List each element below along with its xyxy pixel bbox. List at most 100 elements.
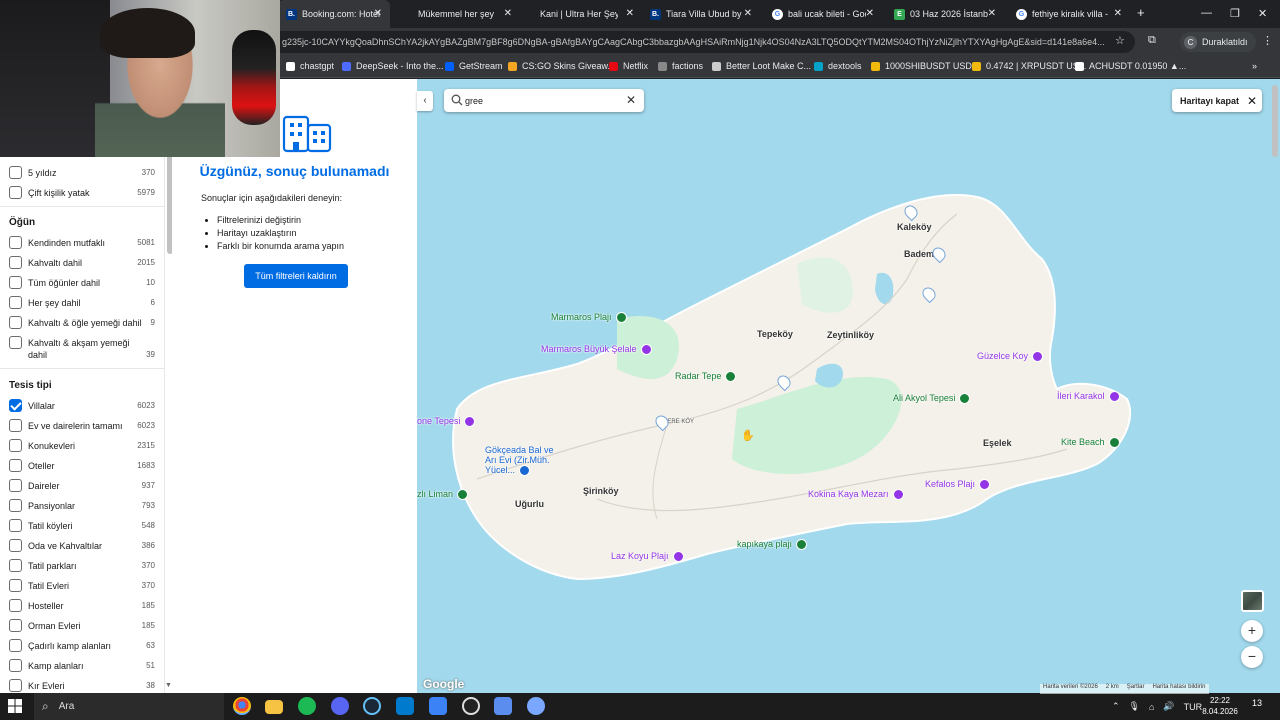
zoom-out-button[interactable]: − — [1241, 646, 1263, 668]
clear-search-close-icon[interactable]: ✕ — [626, 93, 636, 107]
map-place-label[interactable]: zlı Liman — [417, 489, 469, 501]
checkbox[interactable] — [9, 639, 22, 652]
app-circle-icon[interactable] — [527, 697, 545, 715]
checkbox[interactable] — [9, 236, 22, 249]
filter-type[interactable]: Hosteller 185 — [9, 599, 155, 619]
checkbox[interactable] — [9, 439, 22, 452]
checkbox[interactable] — [9, 459, 22, 472]
spotify-icon[interactable] — [298, 697, 316, 715]
attraction-pin-icon[interactable] — [464, 416, 476, 428]
map-place-label[interactable]: Marmaros Plajı — [551, 312, 627, 324]
map-place-label[interactable]: Kite Beach — [1061, 437, 1120, 449]
checkbox[interactable] — [9, 499, 22, 512]
vscode-icon[interactable] — [396, 697, 414, 715]
map-place-label[interactable]: Kefalos Plajı — [925, 479, 991, 491]
discord-icon[interactable] — [331, 697, 349, 715]
checkbox[interactable] — [9, 559, 22, 572]
zoom-in-button[interactable]: + — [1241, 620, 1263, 642]
close-icon[interactable]: ✕ — [1114, 8, 1122, 19]
tab-booking[interactable]: B. Booking.com: Hotels ✕ — [278, 0, 390, 28]
chrome-icon[interactable] — [233, 697, 251, 715]
tab-5[interactable]: G bali ucak bileti - Goo ✕ — [764, 0, 882, 28]
checkbox[interactable] — [9, 479, 22, 492]
bookmark-item[interactable]: GetStream — [445, 61, 503, 71]
attraction-pin-icon[interactable] — [1108, 391, 1120, 403]
map-search-box[interactable]: ✕ — [444, 89, 644, 112]
filter-type[interactable]: Villalar 6023 — [9, 399, 155, 419]
chevron-up-icon[interactable]: ⌃ — [1112, 701, 1120, 712]
terms-link[interactable]: Şartlar — [1127, 684, 1145, 694]
bookmark-star-icon[interactable]: ☆ — [1115, 34, 1125, 47]
bookmark-item[interactable]: 0.4742 | XRPUSDT US... — [972, 61, 1086, 71]
close-icon[interactable]: ✕ — [374, 8, 382, 19]
microphone-icon[interactable]: 🎙 — [1129, 701, 1140, 712]
bookmark-item[interactable]: Better Loot Make C... — [712, 61, 811, 71]
filter-type[interactable]: Oteller 1683 — [9, 459, 155, 479]
more-bookmarks-icon[interactable]: » — [1252, 61, 1257, 71]
collapse-panel-chevron-left-icon[interactable]: ‹ — [417, 91, 433, 111]
checkbox[interactable] — [9, 166, 22, 179]
volume-icon[interactable]: 🔊 — [1163, 701, 1174, 712]
park-pin-icon[interactable] — [796, 539, 808, 551]
bookmark-item[interactable]: Netflix — [609, 61, 648, 71]
map-place-label[interactable]: kapıkaya plajı — [737, 539, 808, 551]
map-search-input[interactable] — [465, 93, 615, 108]
taskbar-search[interactable]: ⌕ Ara — [34, 693, 224, 720]
filter-type[interactable]: Tatil parkları 370 — [9, 559, 155, 579]
filter-type[interactable]: Daireler 937 — [9, 479, 155, 499]
bookmark-item[interactable]: factions — [658, 61, 703, 71]
bookmark-item[interactable]: chastgpt — [286, 61, 334, 71]
close-icon[interactable]: ✕ — [866, 8, 874, 19]
checkbox[interactable] — [9, 539, 22, 552]
filter-type[interactable]: Orman Evleri 185 — [9, 619, 155, 639]
attraction-pin-icon[interactable] — [672, 551, 684, 563]
tab-4[interactable]: B. Tiara Villa Ubud by Di ✕ — [642, 0, 760, 28]
scroll-down-arrow-icon[interactable]: ▼ — [165, 682, 172, 689]
checkbox[interactable] — [9, 186, 22, 199]
extensions-icon[interactable]: ⧉ — [1148, 34, 1156, 47]
page-scrollbar[interactable] — [1272, 85, 1278, 157]
park-pin-icon[interactable] — [1108, 437, 1120, 449]
filter-type[interactable]: Konukevleri 2315 — [9, 439, 155, 459]
bookmark-item[interactable]: ACHUSDT 0.01950 ▲... — [1075, 61, 1186, 71]
window-close-icon[interactable]: ✕ — [1258, 7, 1267, 20]
profile-button[interactable]: C Duraklatıldı — [1180, 32, 1256, 52]
checkbox[interactable] — [9, 296, 22, 309]
app-icon[interactable] — [429, 697, 447, 715]
clear-filters-button[interactable]: Tüm filtreleri kaldırın — [244, 264, 348, 288]
attraction-pin-icon[interactable] — [640, 344, 652, 356]
menu-dots-icon[interactable]: ⋮ — [1262, 34, 1273, 47]
attraction-pin-icon[interactable] — [892, 489, 904, 501]
map-place-label[interactable]: Güzelce Koy — [977, 351, 1044, 363]
filter-meal[interactable]: Her şey dahil 6 — [9, 296, 155, 316]
windows-start-icon[interactable] — [8, 699, 22, 713]
checkbox[interactable] — [9, 579, 22, 592]
filter-meal[interactable]: Tüm öğünler dahil 10 — [9, 276, 155, 296]
notification-icon[interactable]: 13 — [1252, 698, 1266, 712]
filter-meal[interactable]: Kahvaltı & öğle yemeği dahil 9 — [9, 316, 155, 336]
checkbox[interactable] — [9, 316, 22, 329]
attraction-pin-icon[interactable] — [979, 479, 991, 491]
filter-type[interactable]: Oda ve Kahvaltılar 386 — [9, 539, 155, 559]
checkbox[interactable] — [9, 659, 22, 672]
map-place-label[interactable]: İleri Karakol — [1057, 391, 1120, 403]
filter-meal[interactable]: Kahvaltı dahil 2015 — [9, 256, 155, 276]
new-tab-icon[interactable]: + — [1137, 5, 1145, 20]
tab-7[interactable]: G fethiye kiralık villa - G ✕ — [1008, 0, 1130, 28]
tab-3[interactable]: Kani | Ultra Her Şey D ✕ — [532, 0, 642, 28]
map-canvas[interactable]: Kaleköy Badem Tepeköy Zeytinliköy Eşelek Uğur… — [417, 79, 1280, 693]
checkbox-checked[interactable] — [9, 399, 22, 412]
checkbox[interactable] — [9, 276, 22, 289]
map-place-label[interactable]: Marmaros Büyük Şelale — [541, 344, 652, 356]
close-icon[interactable]: ✕ — [504, 8, 512, 19]
bookmark-item[interactable]: DeepSeek - Into the... — [342, 61, 444, 71]
filter-meal[interactable]: Kahvaltı & akşam yemeği dahil 39 — [9, 336, 155, 364]
filter-type[interactable]: Ev ve dairelerin tamamı 6023 — [9, 419, 155, 439]
report-map-error-link[interactable]: Harita hatası bildirin — [1152, 684, 1205, 694]
shop-pin-icon[interactable] — [519, 465, 531, 477]
checkbox[interactable] — [9, 419, 22, 432]
park-pin-icon[interactable] — [615, 312, 627, 324]
filter-type[interactable]: Kır Evleri 38 — [9, 679, 155, 693]
steam-icon[interactable] — [363, 697, 381, 715]
bookmark-item[interactable]: CS:GO Skins Giveaw... — [508, 61, 615, 71]
